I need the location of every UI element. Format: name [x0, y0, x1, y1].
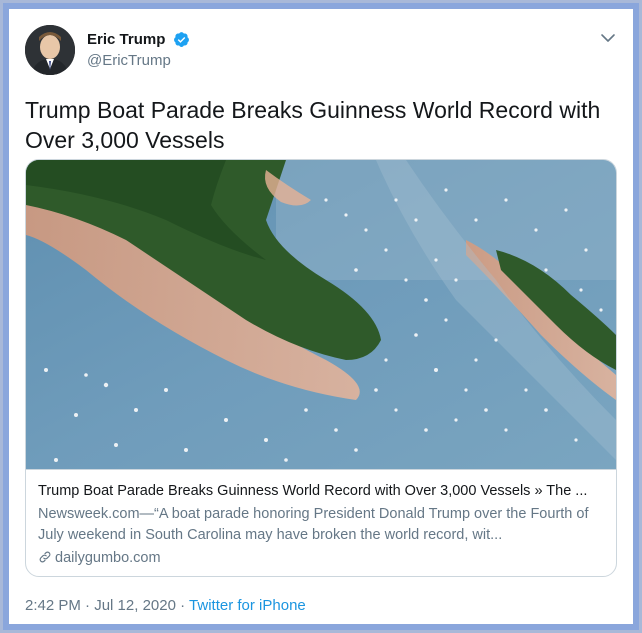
tweet-meta: 2:42 PM · Jul 12, 2020 · Twitter for iPh… [25, 597, 306, 614]
link-preview-domain-row: dailygumbo.com [38, 548, 604, 568]
link-icon [38, 550, 52, 564]
link-preview-image [26, 160, 616, 469]
avatar[interactable] [25, 25, 75, 75]
chevron-down-icon[interactable] [599, 29, 617, 47]
tweet-source-link[interactable]: Twitter for iPhone [189, 597, 306, 614]
tweet-date[interactable]: Jul 12, 2020 [94, 597, 176, 614]
link-preview-description: Newsweek.com—“A boat parade honoring Pre… [38, 506, 589, 543]
user-names: Eric Trump @EricTrump [87, 31, 190, 69]
meta-separator: · [85, 597, 95, 614]
display-name[interactable]: Eric Trump [87, 31, 165, 48]
window-frame: Eric Trump @EricTrump Trump Boat Parade … [3, 3, 639, 630]
link-preview-domain: dailygumbo.com [55, 550, 161, 566]
verified-badge-icon [173, 31, 190, 48]
link-preview-body: Trump Boat Parade Breaks Guinness World … [26, 469, 616, 576]
tweet-text: Trump Boat Parade Breaks Guinness World … [25, 97, 601, 153]
tweet-time[interactable]: 2:42 PM [25, 597, 81, 614]
user-handle[interactable]: @EricTrump [87, 52, 190, 69]
tweet-card: Eric Trump @EricTrump Trump Boat Parade … [9, 9, 633, 624]
tweet-header: Eric Trump @EricTrump [25, 19, 617, 79]
link-preview-title: Trump Boat Parade Breaks Guinness World … [38, 483, 588, 499]
link-preview-card[interactable]: Trump Boat Parade Breaks Guinness World … [25, 159, 617, 577]
meta-separator: · [180, 597, 190, 614]
